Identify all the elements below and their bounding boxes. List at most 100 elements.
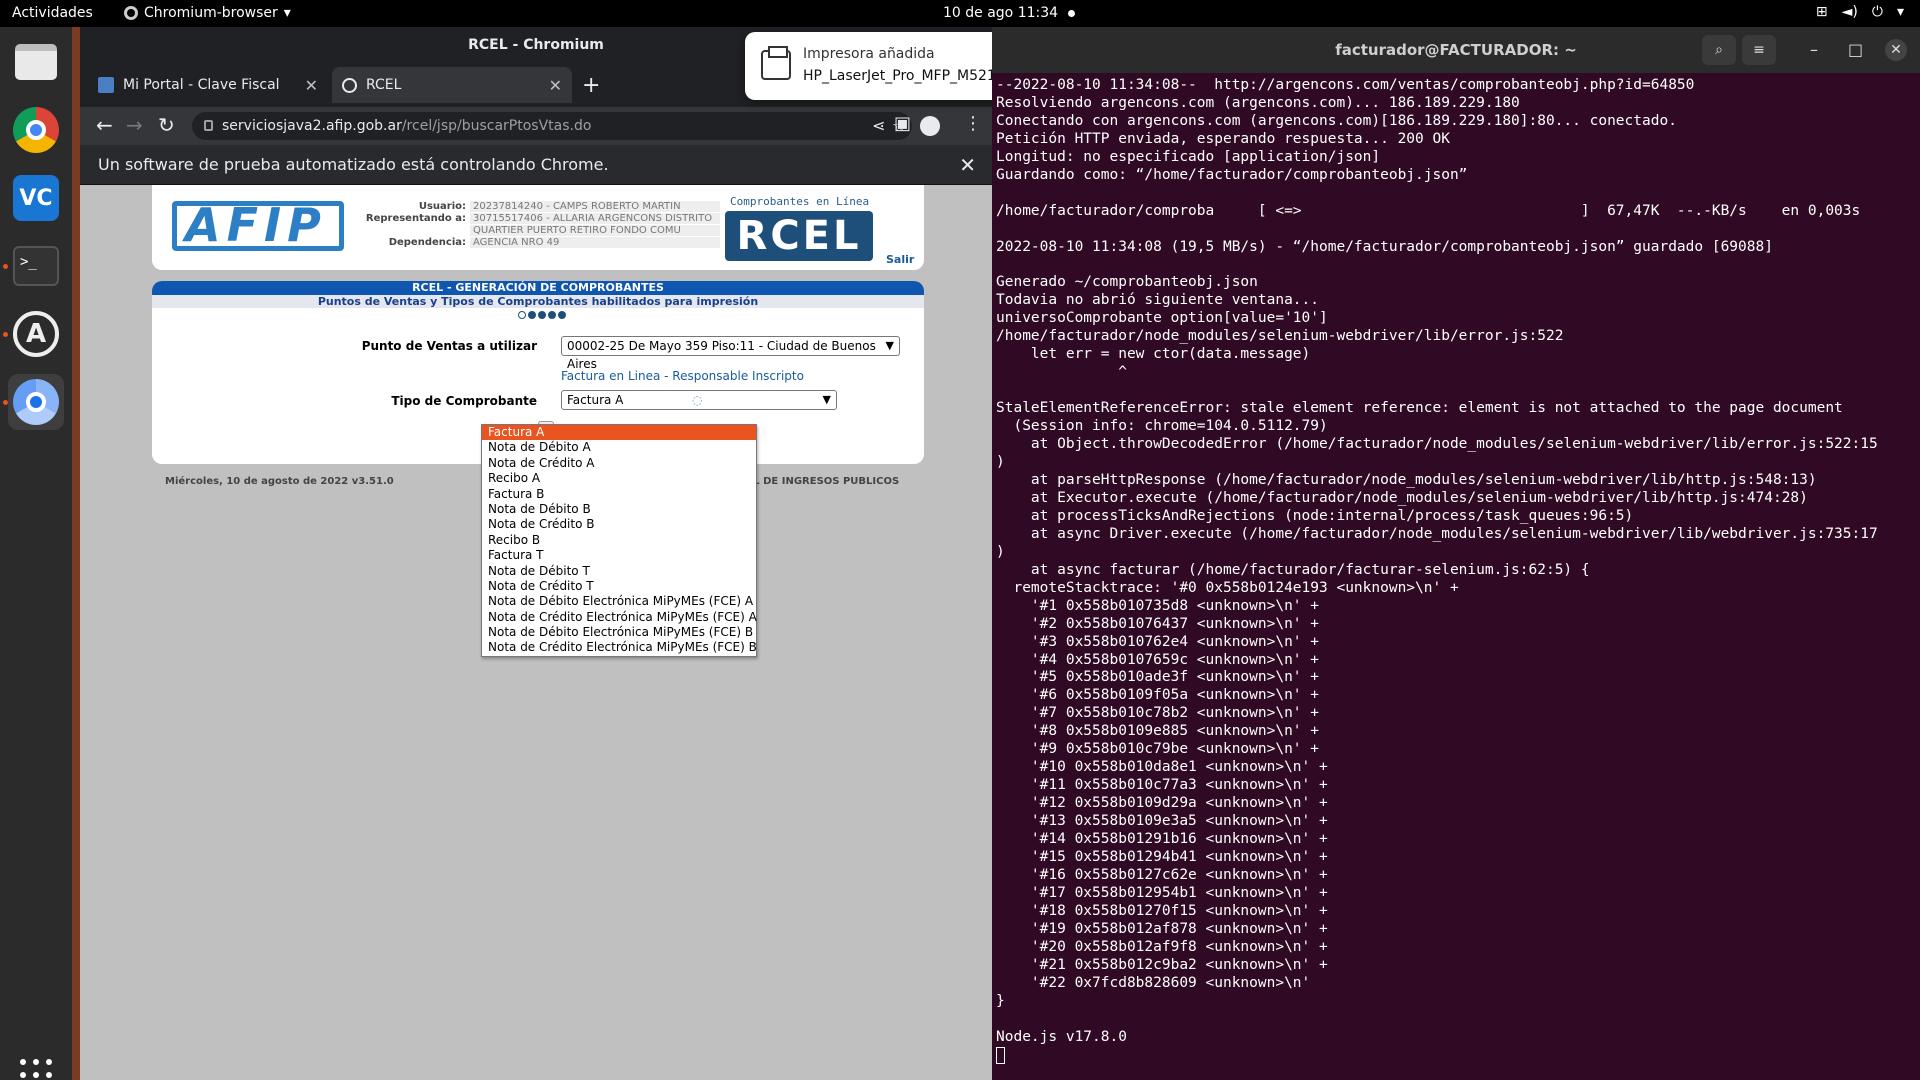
terminal-line: '#3 0x558b010762e4 <unknown>\n' + [996, 633, 1320, 650]
tipo-comprobante-label: Tipo de Comprobante [391, 394, 537, 408]
terminal-window[interactable]: facturador@FACTURADOR: ~ ⌕ ≡ – □ ✕ --202… [992, 27, 1920, 1080]
software-store-icon: A [13, 311, 59, 357]
dock-chrome[interactable] [8, 102, 64, 158]
terminal-line: '#11 0x558b010c77a3 <unknown>\n' + [996, 777, 1328, 794]
terminal-line: at async facturar (/home/facturador/fact… [996, 561, 1590, 578]
dropdown-option[interactable]: Factura T [482, 548, 756, 563]
terminal-title: facturador@FACTURADOR: ~ [1335, 41, 1577, 59]
side-panel-icon[interactable]: ▣ [894, 113, 911, 134]
dropdown-option[interactable]: Recibo A [482, 471, 756, 486]
card-title: RCEL - GENERACIÓN DE COMPROBANTES [152, 281, 924, 295]
tab-label: Mi Portal - Clave Fiscal [123, 77, 280, 93]
activities-button[interactable]: Actividades [12, 5, 93, 21]
terminal-icon: >_ [13, 246, 59, 286]
punto-ventas-hint: Factura en Linea - Responsable Inscripto [561, 369, 804, 383]
terminal-line: '#19 0x558b012af878 <unknown>\n' + [996, 920, 1328, 937]
automation-infobar: Un software de prueba automatizado está … [80, 145, 992, 185]
terminal-line: /home/facturador/comproba [ <=> ] 67,47K… [996, 202, 1861, 219]
new-tab-icon[interactable]: + [582, 73, 600, 98]
step-indicator [518, 311, 566, 319]
address-bar[interactable]: serviciosjava2.afip.gob.ar/rcel/jsp/busc… [192, 112, 912, 140]
dropdown-option[interactable]: Factura A [482, 425, 756, 441]
terminal-line: '#16 0x558b0127c62e <unknown>\n' + [996, 866, 1328, 883]
dropdown-option[interactable]: Factura B [482, 487, 756, 502]
terminal-line: '#13 0x558b0109e3a5 <unknown>\n' + [996, 813, 1328, 830]
tipo-comprobante-dropdown[interactable]: Factura A Nota de Débito A Nota de Crédito… [481, 424, 757, 657]
terminal-line: 2022-08-10 11:34:08 (19,5 MB/s) - “/home… [996, 238, 1773, 255]
rcel-tagline: Comprobantes en Línea [730, 195, 870, 208]
dropdown-option[interactable]: Nota de Crédito B [482, 517, 756, 532]
terminal-line: '#22 0x7fcd8b828609 <unknown>\n' [996, 974, 1311, 991]
terminal-line: '#1 0x558b010735d8 <unknown>\n' + [996, 597, 1320, 614]
terminal-line: /home/facturador/node_modules/selenium-w… [996, 328, 1564, 345]
maximize-icon[interactable]: □ [1848, 40, 1863, 59]
dock-terminal[interactable]: >_ [8, 238, 64, 294]
terminal-output[interactable]: --2022-08-10 11:34:08-- http://argencons… [996, 77, 1918, 1065]
back-icon[interactable]: ← [96, 113, 113, 137]
app-menu[interactable]: Chromium-browser ▾ [124, 5, 291, 21]
dock-software[interactable]: A [8, 306, 64, 362]
close-icon[interactable]: ✕ [549, 76, 562, 95]
url-host: serviciosjava2.afip.gob.ar [222, 118, 402, 134]
globe-icon [342, 77, 357, 93]
terminal-line: Conectando con argencons.com (argencons.… [996, 112, 1677, 129]
chevron-down-icon: ▼ [822, 393, 831, 406]
dropdown-option[interactable]: Nota de Débito B [482, 502, 756, 517]
close-icon[interactable]: ✕ [305, 76, 318, 95]
menu-icon[interactable]: ⋮ [964, 113, 982, 134]
dropdown-option[interactable]: Recibo B [482, 533, 756, 548]
terminal-line: at parseHttpResponse (/home/facturador/n… [996, 471, 1817, 488]
representando-value-2: QUARTIER PUERTO RETIRO FONDO COMU [470, 225, 720, 236]
system-tray[interactable]: ⊞ ◄) ⏻ ▾ [1816, 4, 1904, 20]
punto-ventas-value: 00002-25 De Mayo 359 Piso:11 - Ciudad de… [567, 339, 876, 371]
reload-icon[interactable]: ↻ [158, 113, 175, 137]
terminal-line: at processTicksAndRejections (node:inter… [996, 507, 1634, 524]
dock-files[interactable] [8, 34, 64, 90]
network-icon: ⊞ [1815, 4, 1828, 20]
tab-label: RCEL [366, 77, 402, 93]
forward-icon[interactable]: → [126, 113, 143, 137]
terminal-line: Todavia no abrió siguiente ventana... [996, 292, 1320, 309]
dropdown-option[interactable]: Nota de Débito Electrónica MiPyMEs (FCE)… [482, 625, 756, 640]
infobar-text: Un software de prueba automatizado está … [98, 155, 609, 174]
close-icon[interactable]: ✕ [959, 145, 976, 185]
files-icon [15, 44, 57, 80]
tab-mi-portal[interactable]: Mi Portal - Clave Fiscal ✕ [88, 67, 328, 103]
salir-link[interactable]: Salir [886, 253, 914, 266]
dropdown-option[interactable]: Nota de Débito A [482, 440, 756, 455]
dropdown-option[interactable]: Nota de Crédito Electrónica MiPyMEs (FCE… [482, 610, 757, 625]
dock-vscode[interactable]: VC [8, 170, 64, 226]
terminal-line: } [996, 992, 1005, 1009]
punto-ventas-select[interactable]: 00002-25 De Mayo 359 Piso:11 - Ciudad de… [561, 336, 900, 371]
dropdown-option[interactable]: Nota de Crédito Electrónica MiPyMEs (FCE… [482, 640, 757, 655]
caret-down-icon: ▾ [283, 5, 291, 21]
terminal-line: universoComprobante option[value='10'] [996, 310, 1328, 327]
url-path: /rcel/jsp/buscarPtosVtas.do [401, 118, 592, 134]
close-icon[interactable]: ✕ [1885, 39, 1907, 61]
show-apps-icon[interactable] [20, 1059, 52, 1080]
browser-toolbar: ← → ↻ serviciosjava2.afip.gob.ar/rcel/js… [80, 107, 992, 145]
dropdown-option[interactable]: Nota de Débito T [482, 564, 756, 579]
dropdown-option[interactable]: Nota de Débito Electrónica MiPyMEs (FCE)… [482, 594, 756, 609]
punto-ventas-label: Punto de Ventas a utilizar [361, 339, 537, 353]
usuario-label: Usuario: [418, 201, 466, 212]
dock-chromium[interactable] [8, 374, 64, 430]
printer-icon [761, 46, 791, 80]
chromium-icon [13, 379, 59, 425]
share-icon[interactable]: ⋖ [872, 112, 885, 140]
search-icon[interactable]: ⌕ [1702, 35, 1736, 65]
tab-rcel[interactable]: RCEL ✕ [332, 67, 572, 103]
clock[interactable]: 10 de ago 11:34 [943, 5, 1076, 21]
tipo-comprobante-select[interactable]: Factura A ◌ ▼ [561, 390, 837, 410]
terminal-line: '#10 0x558b010da8e1 <unknown>\n' + [996, 759, 1328, 776]
terminal-line: '#12 0x558b0109d29a <unknown>\n' + [996, 795, 1328, 812]
dropdown-option[interactable]: Nota de Crédito A [482, 456, 756, 471]
app-menu-label: Chromium-browser [144, 5, 278, 21]
hamburger-menu-icon[interactable]: ≡ [1742, 35, 1776, 65]
profile-avatar-icon[interactable] [920, 116, 940, 136]
minimize-icon[interactable]: – [1810, 40, 1818, 59]
power-icon: ⏻ [1871, 4, 1883, 20]
terminal-line: (Session info: chrome=104.0.5112.79) [996, 418, 1328, 435]
dropdown-option[interactable]: Nota de Crédito T [482, 579, 756, 594]
